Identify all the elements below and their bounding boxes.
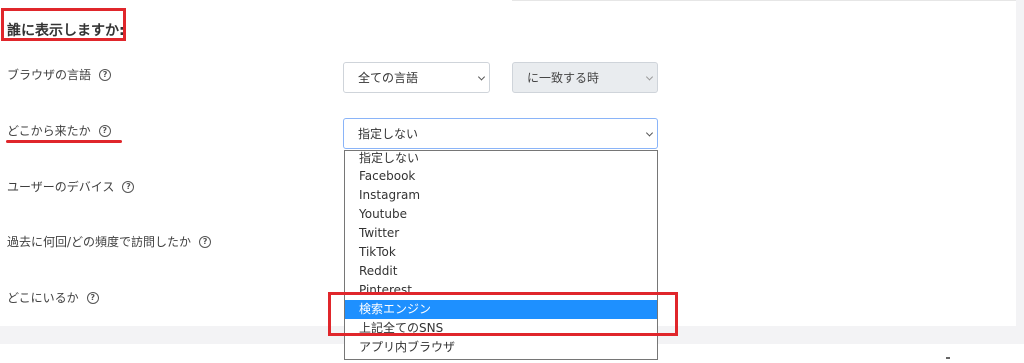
match-select: に一致する時	[512, 62, 658, 93]
chevron-down-icon	[477, 72, 486, 81]
help-icon[interactable]: ?	[99, 68, 112, 81]
language-select-value: 全ての言語	[358, 71, 419, 85]
label-browser-language: ブラウザの言語 ?	[7, 66, 112, 83]
label-visit-frequency: 過去に何回/どの頻度で訪問したか ?	[7, 233, 212, 250]
option-in-app-browser[interactable]: アプリ内ブラウザ	[345, 338, 657, 357]
label-text: ユーザーのデバイス	[7, 180, 115, 194]
referrer-select[interactable]: 指定しない	[343, 118, 658, 149]
option-reddit[interactable]: Reddit	[345, 262, 657, 281]
help-icon[interactable]: ?	[86, 291, 99, 304]
label-location: どこにいるか ?	[7, 289, 99, 306]
help-icon[interactable]: ?	[122, 180, 135, 193]
label-referrer: どこから来たか ?	[7, 122, 111, 139]
option-twitter[interactable]: Twitter	[345, 224, 657, 243]
option-youtube[interactable]: Youtube	[345, 205, 657, 224]
language-select[interactable]: 全ての言語	[343, 62, 490, 93]
annotation-box-search-engine	[328, 292, 678, 336]
match-select-value: に一致する時	[527, 71, 600, 85]
chevron-down-icon	[645, 72, 654, 81]
annotation-underline	[6, 140, 122, 143]
divider	[512, 0, 1016, 1]
corner-mark	[946, 357, 950, 359]
referrer-select-value: 指定しない	[358, 127, 419, 141]
label-text: ブラウザの言語	[7, 68, 92, 82]
option-none[interactable]: 指定しない	[345, 151, 657, 167]
label-text: どこにいるか	[7, 291, 79, 305]
label-text: 過去に何回/どの頻度で訪問したか	[7, 235, 192, 249]
option-facebook[interactable]: Facebook	[345, 167, 657, 186]
label-user-device: ユーザーのデバイス ?	[7, 178, 135, 195]
chevron-down-icon	[645, 128, 654, 137]
label-text: どこから来たか	[7, 124, 91, 138]
option-instagram[interactable]: Instagram	[345, 186, 657, 205]
help-icon[interactable]: ?	[98, 124, 111, 137]
help-icon[interactable]: ?	[199, 235, 212, 248]
annotation-box-title	[1, 8, 126, 41]
option-tiktok[interactable]: TikTok	[345, 243, 657, 262]
